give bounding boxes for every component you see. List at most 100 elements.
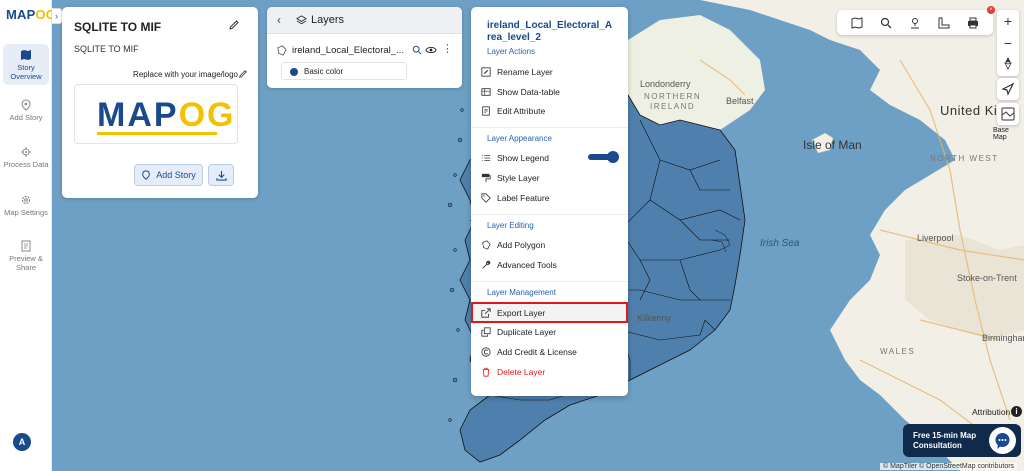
zoom-out-button[interactable]: − <box>997 34 1019 52</box>
sidebar-item-map-settings[interactable]: Map Settings <box>3 194 49 218</box>
menu-item-edit-attribute[interactable]: Edit Attribute <box>481 102 621 120</box>
polygon-icon <box>277 45 287 56</box>
sidebar-item-add-story[interactable]: Add Story <box>3 99 49 123</box>
info-icon[interactable]: i <box>1011 406 1022 417</box>
location-pin-icon[interactable] <box>909 17 921 29</box>
pencil-icon[interactable] <box>228 19 240 31</box>
layers-header: ‹ Layers <box>267 7 462 34</box>
polygon-icon <box>482 240 491 250</box>
menu-item-label-feature[interactable]: Label Feature <box>481 189 621 207</box>
settings-icon <box>21 195 31 205</box>
menu-item-style-layer[interactable]: Style Layer <box>481 169 621 187</box>
menu-item-show-datatable[interactable]: Show Data-table <box>481 83 621 101</box>
menu-item-add-credit[interactable]: Add Credit & License <box>481 343 621 361</box>
print-icon[interactable] <box>967 17 979 29</box>
chat-button[interactable] <box>989 427 1016 454</box>
section-layer-appearance: Layer Appearance <box>487 134 552 143</box>
menu-item-duplicate-layer[interactable]: Duplicate Layer <box>481 323 621 341</box>
sidebar-item-label: Map Settings <box>4 208 48 217</box>
menu-item-delete-layer[interactable]: Delete Layer <box>481 363 621 381</box>
trash-icon <box>482 367 490 377</box>
document-edit-icon <box>482 106 490 116</box>
map-icon <box>21 50 31 60</box>
copyright-icon <box>481 347 491 357</box>
layer-color-row[interactable]: Basic color <box>281 62 407 80</box>
map-label-united-kingdom: United Kin <box>940 103 1005 118</box>
add-story-button[interactable]: Add Story <box>134 164 203 186</box>
chat-bubble-icon <box>995 433 1010 449</box>
paint-roller-icon <box>481 173 491 183</box>
pin-icon <box>142 170 151 180</box>
story-logo-box[interactable]: MAPOG <box>74 84 238 144</box>
layer-name[interactable]: ireland_Local_Electoral_... <box>292 45 412 56</box>
logo-text-main: MAP <box>6 7 36 22</box>
consultation-banner[interactable]: Free 15-min Map Consultation <box>903 424 1021 457</box>
app-logo[interactable]: MAPOG <box>6 7 56 22</box>
menu-item-export-layer[interactable]: Export Layer <box>471 302 628 323</box>
compass-icon[interactable] <box>1002 56 1014 70</box>
zoom-in-button[interactable]: + <box>997 12 1019 30</box>
export-icon <box>481 307 491 318</box>
section-layer-management: Layer Management <box>487 288 556 297</box>
add-story-label: Add Story <box>156 170 196 180</box>
sidebar-collapse-button[interactable]: › <box>52 8 62 24</box>
gear-network-icon <box>21 147 31 157</box>
menu-item-label: Export Layer <box>497 307 546 318</box>
search-icon[interactable] <box>880 17 892 29</box>
show-legend-toggle[interactable] <box>588 151 619 163</box>
toggle-knob <box>607 151 619 163</box>
map-label-irish-sea: Irish Sea <box>760 238 800 249</box>
story-panel: SQLITE TO MIF SQLITE TO MIF Replace with… <box>62 7 258 198</box>
close-icon[interactable]: × <box>987 6 995 14</box>
download-icon <box>215 170 227 181</box>
menu-item-label: Duplicate Layer <box>497 327 557 337</box>
locate-button[interactable] <box>997 78 1019 100</box>
menu-item-label: Style Layer <box>497 173 540 183</box>
map-label-birmingham: Birmingham <box>982 333 1024 343</box>
pencil-box-icon <box>481 67 491 77</box>
logo-text-main: MAP <box>97 96 179 134</box>
map-label-north-west: NORTH WEST <box>930 154 999 163</box>
context-menu-title: ireland_Local_Electoral_Area_level_2 <box>487 20 613 43</box>
menu-divider <box>471 127 628 128</box>
menu-item-rename-layer[interactable]: Rename Layer <box>481 63 621 81</box>
story-title: SQLITE TO MIF <box>74 20 162 34</box>
map-label-stoke: Stoke-on-Trent <box>957 273 1017 283</box>
layers-icon <box>296 15 307 25</box>
document-icon <box>21 240 31 252</box>
user-avatar[interactable]: A <box>13 433 31 451</box>
visibility-eye-icon[interactable] <box>425 45 437 55</box>
sidebar-item-label: Story Overview <box>10 63 42 81</box>
sidebar-item-process-data[interactable]: Process Data <box>3 146 49 170</box>
measure-icon[interactable] <box>938 17 950 29</box>
map-view-icon[interactable] <box>851 16 863 29</box>
basemap-button[interactable] <box>997 103 1019 125</box>
menu-divider <box>471 281 628 282</box>
map-label-londonderry: Londonderry <box>640 79 691 89</box>
consultation-text: Free 15-min Map Consultation <box>913 431 977 450</box>
map-label-wales: WALES <box>880 347 916 356</box>
attribution-link[interactable]: Attribution <box>972 407 1010 417</box>
pencil-icon[interactable] <box>238 69 248 79</box>
sidebar-item-story-overview[interactable]: Story Overview <box>3 44 49 85</box>
download-button[interactable] <box>208 164 234 186</box>
menu-item-label: Add Credit & License <box>497 347 577 357</box>
map-label-northern-ireland: NORTHERN IRELAND <box>644 92 702 111</box>
menu-item-add-polygon[interactable]: Add Polygon <box>481 236 621 254</box>
more-options-icon[interactable]: ⋮ <box>442 42 453 55</box>
color-swatch <box>290 68 298 76</box>
map-label-kilkenny: Kilkenny <box>637 313 672 323</box>
left-sidebar: MAPOG Story Overview Add Story Process D… <box>0 0 56 471</box>
sidebar-item-label: Add Story <box>9 113 43 122</box>
layers-panel: ‹ Layers ireland_Local_Electoral_... ⋮ B… <box>267 7 462 88</box>
back-chevron-icon[interactable]: ‹ <box>277 13 281 27</box>
zoom-control: + − <box>997 10 1019 76</box>
menu-item-label: Advanced Tools <box>497 260 557 270</box>
sidebar-item-preview-share[interactable]: Preview & Share <box>3 240 49 272</box>
menu-item-label: Label Feature <box>497 193 550 203</box>
menu-item-advanced-tools[interactable]: Advanced Tools <box>481 256 621 274</box>
menu-item-label: Show Legend <box>497 153 549 163</box>
basemap-label: Base Map <box>993 127 1009 141</box>
zoom-to-layer-icon[interactable] <box>412 45 422 55</box>
replace-logo-link[interactable]: Replace with your image/logo <box>133 70 238 79</box>
